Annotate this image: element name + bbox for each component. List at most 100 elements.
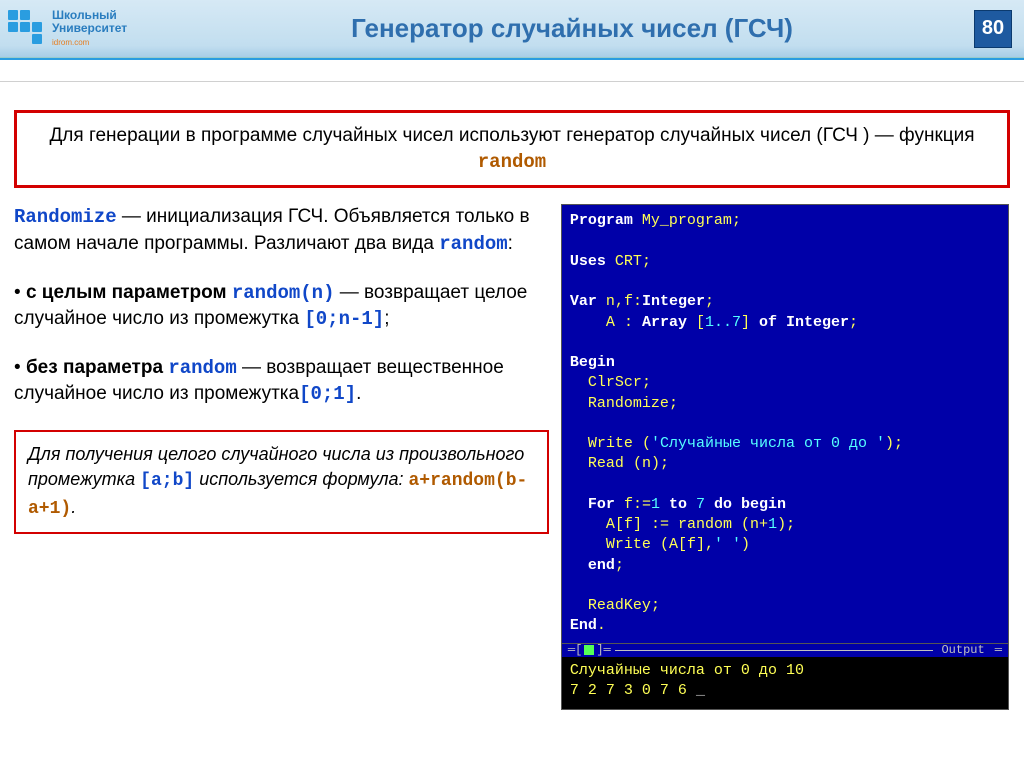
formula-end: . [71, 497, 76, 517]
c-l15g: 7 [696, 496, 705, 513]
c-l5b: n [606, 293, 615, 310]
c-l20c: ; [651, 597, 660, 614]
p2-end: ; [384, 308, 389, 329]
c-l15h: do begin [705, 496, 786, 513]
c-l17d: A [669, 536, 678, 553]
c-l17f: f [687, 536, 696, 553]
c-l16a [570, 516, 606, 533]
c-l17j: ) [741, 536, 750, 553]
p1-end: : [508, 233, 513, 254]
p2-bold: с целым параметром [26, 282, 232, 303]
c-l10b: Randomize [588, 395, 669, 412]
c-l5a: Var [570, 293, 606, 310]
code-column: Program My_program; Uses CRT; Var n,f:In… [561, 204, 1010, 710]
explanation-column: Randomize — инициализация ГСЧ. Объявляет… [14, 204, 549, 710]
c-l3c: ; [642, 253, 651, 270]
kw-randomize: Randomize [14, 206, 117, 228]
c-l9c: ; [642, 374, 651, 391]
c-l20a [570, 597, 588, 614]
range-0-n1: [0;n-1] [304, 308, 384, 330]
kw-random-inline: random [439, 233, 507, 255]
c-l15a [570, 496, 588, 513]
c-l6i: Integer [786, 314, 849, 331]
para-random-int: • с целым параметром random(n) — возвращ… [14, 280, 549, 333]
c-l16h: ( [732, 516, 750, 533]
c-l16f: := [642, 516, 678, 533]
c-l5f: Integer [642, 293, 705, 310]
c-l1c: ; [732, 212, 741, 229]
c-l17i: ' ' [714, 536, 741, 553]
logo-icon [8, 10, 46, 48]
c-l17b: Write [606, 536, 651, 553]
kw-random-n: random(n) [232, 282, 335, 304]
c-l3a: Uses [570, 253, 615, 270]
slide-header: Школьный Университет idrom.com Генератор… [0, 0, 1024, 58]
slide-title: Генератор случайных чисел (ГСЧ) [170, 13, 974, 44]
kw-random-noarg: random [168, 357, 236, 379]
c-l13d: n [642, 455, 651, 472]
range-0-1: [0;1] [299, 383, 356, 405]
c-l5d: f [624, 293, 633, 310]
logo-area: Школьный Университет idrom.com [0, 9, 170, 49]
c-l13c: ( [624, 455, 642, 472]
ide-window: Program My_program; Uses CRT; Var n,f:In… [561, 204, 1009, 710]
c-l17a [570, 536, 606, 553]
c-l15b: For [588, 496, 624, 513]
c-l12d: 'Случайные числа от 0 до ' [651, 435, 885, 452]
out-line1: Случайные числа от 0 до 10 [570, 662, 804, 679]
p3-bold: без параметра [26, 357, 168, 378]
c-l18c: ; [615, 557, 624, 574]
c-l8: Begin [570, 354, 615, 371]
c-l15d: := [633, 496, 651, 513]
p2-bullet: • [14, 282, 26, 303]
c-l21a: End [570, 617, 597, 634]
c-l15f: to [660, 496, 696, 513]
c-l5e: : [633, 293, 642, 310]
formula-box: Для получения целого случайного числа из… [14, 430, 549, 534]
output-panel: Случайные числа от 0 до 10 7 2 7 3 0 7 6… [562, 657, 1008, 710]
c-l17c: ( [651, 536, 669, 553]
header-swoosh [0, 58, 1024, 82]
c-l16e: ] [633, 516, 642, 533]
c-l6g: ] [741, 314, 750, 331]
c-l6c: : [615, 314, 642, 331]
p3-end: . [356, 383, 361, 404]
c-l12a [570, 435, 588, 452]
c-l16d: f [624, 516, 633, 533]
c-l18a [570, 557, 588, 574]
c-l6h: of [750, 314, 786, 331]
logo-sub: idrom.com [52, 38, 89, 47]
c-l6b: A [606, 314, 615, 331]
c-l5c: , [615, 293, 624, 310]
c-l10c: ; [669, 395, 678, 412]
c-l16l: ); [777, 516, 795, 533]
code-editor: Program My_program; Uses CRT; Var n,f:In… [562, 205, 1008, 642]
c-l21b: . [597, 617, 606, 634]
c-l5g: ; [705, 293, 714, 310]
logo-line2: Университет [52, 21, 127, 35]
c-l6j: ; [849, 314, 858, 331]
c-l16c: [ [615, 516, 624, 533]
c-l17e: [ [678, 536, 687, 553]
c-l3b: CRT [615, 253, 642, 270]
c-l16b: A [606, 516, 615, 533]
run-indicator-icon [584, 645, 594, 655]
p3-bullet: • [14, 357, 26, 378]
cursor-icon: _ [696, 682, 705, 699]
c-l18b: end [588, 557, 615, 574]
intro-kw-random: random [478, 151, 546, 173]
c-l6f: 1..7 [705, 314, 741, 331]
c-l16i: n [750, 516, 759, 533]
content-row: Randomize — инициализация ГСЧ. Объявляет… [0, 192, 1024, 710]
c-l17g: ] [696, 536, 705, 553]
c-l6d: Array [642, 314, 696, 331]
c-l1b: My_program [642, 212, 732, 229]
c-l17h: , [705, 536, 714, 553]
c-l12e: ); [885, 435, 903, 452]
para-randomize: Randomize — инициализация ГСЧ. Объявляет… [14, 204, 549, 257]
para-random-real: • без параметра random — возвращает веще… [14, 355, 549, 408]
c-l6e: [ [696, 314, 705, 331]
c-l13a [570, 455, 588, 472]
c-l16k: 1 [768, 516, 777, 533]
intro-text: Для генерации в программе случайных чисе… [49, 125, 974, 146]
